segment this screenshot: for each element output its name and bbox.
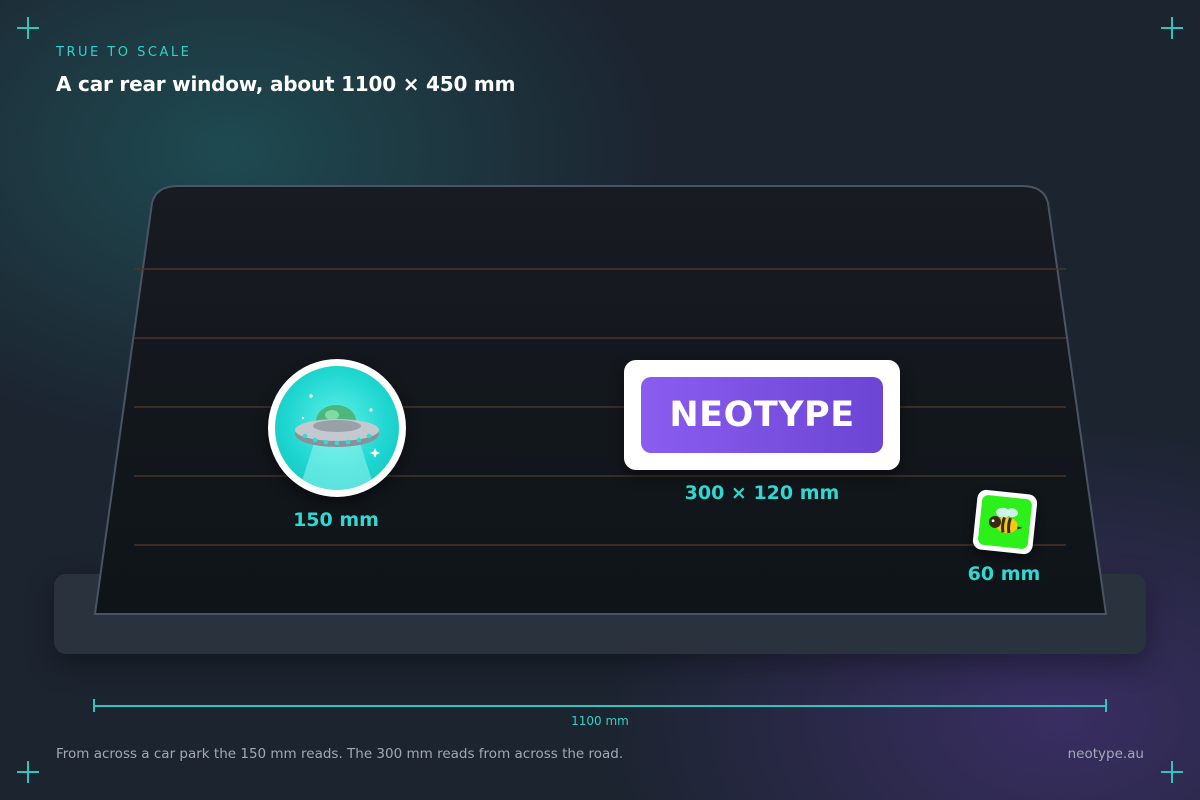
width-dimension-line: [93, 705, 1107, 707]
bee-icon: [988, 507, 1023, 534]
neotype-plate-face: NEOTYPE: [641, 377, 883, 453]
neotype-plate-text: NEOTYPE: [669, 395, 855, 435]
sticker-ufo-150mm: [268, 359, 406, 497]
ufo-sticker-face: [275, 366, 399, 490]
ufo-size-label: 150 mm: [293, 509, 379, 531]
bee-sticker-face: [977, 494, 1033, 550]
plate-size-label: 300 × 120 mm: [684, 482, 840, 504]
sticker-neotype-300x120mm: NEOTYPE: [624, 360, 900, 470]
dimension-tick-left: [93, 699, 95, 712]
rear-window: [93, 185, 1108, 615]
dimension-tick-right: [1105, 699, 1107, 712]
bee-size-label: 60 mm: [967, 563, 1041, 585]
ufo-icon: [295, 394, 380, 490]
footer-site-link[interactable]: neotype.au: [1068, 746, 1144, 762]
sticker-bee-60mm: [972, 489, 1038, 555]
window-glass: [93, 185, 1108, 615]
width-dimension-label: 1100 mm: [571, 714, 629, 728]
footer-caption: From across a car park the 150 mm reads.…: [56, 746, 624, 762]
